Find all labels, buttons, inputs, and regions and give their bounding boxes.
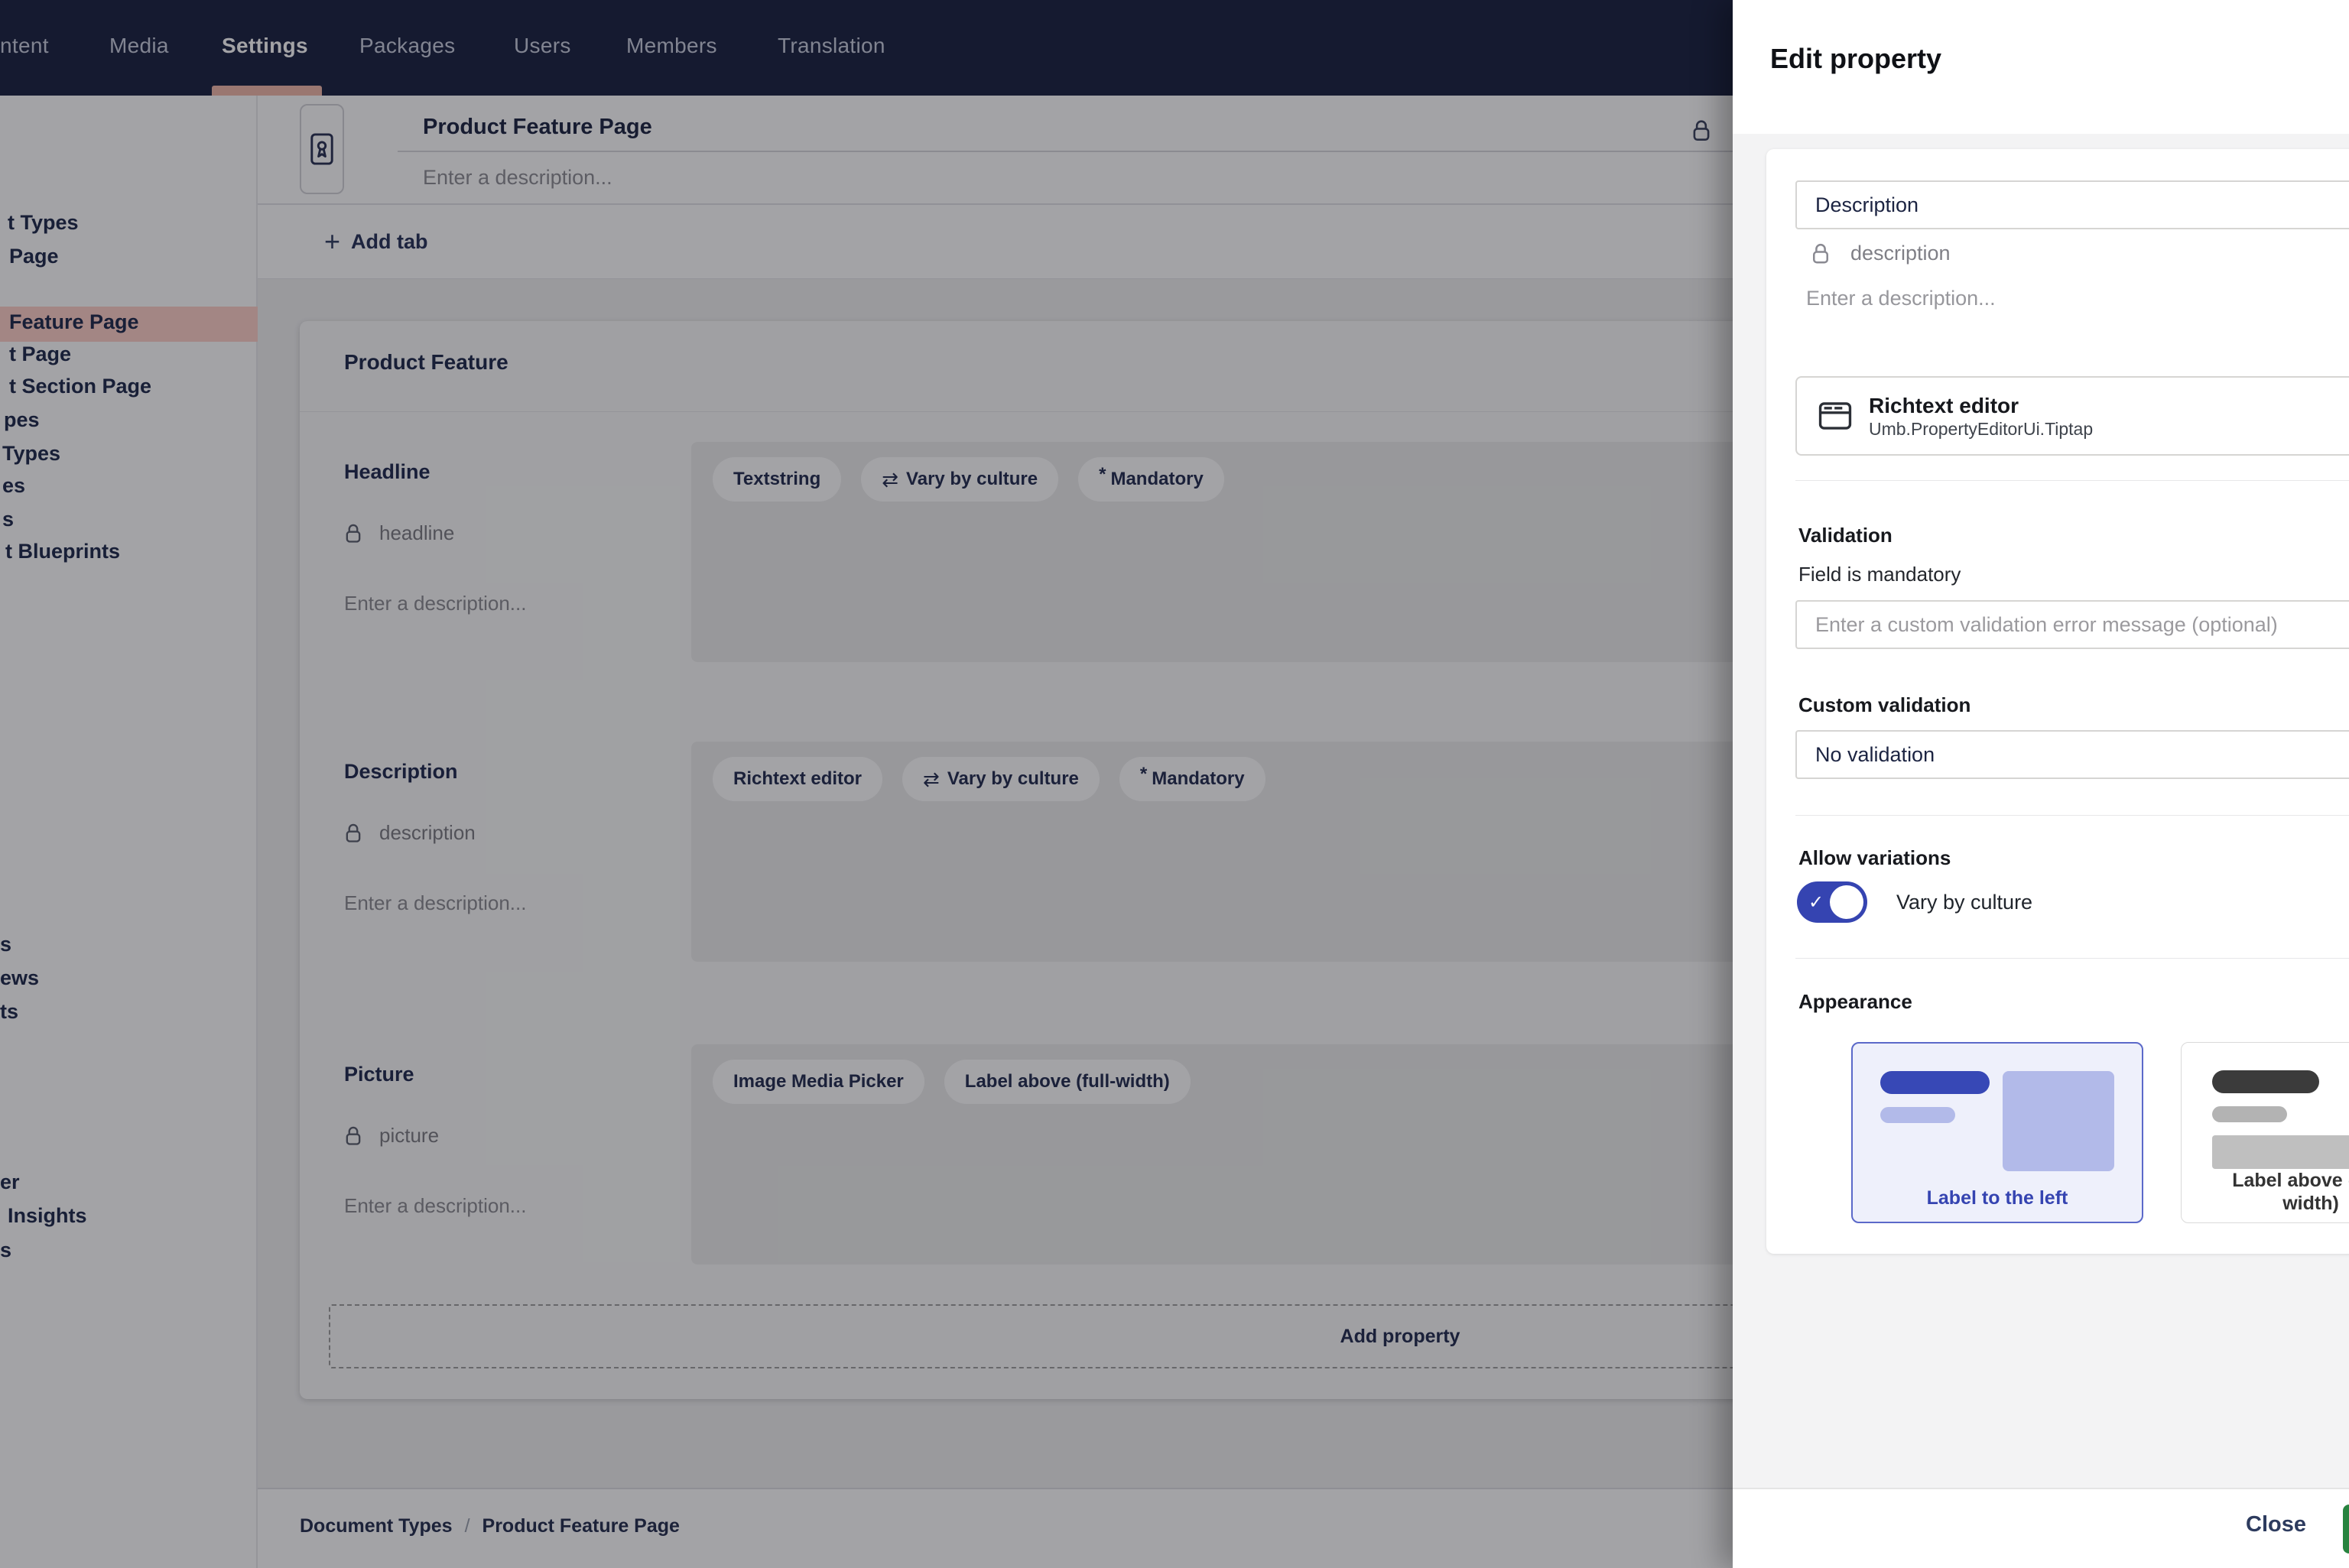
property-description-input[interactable]: Enter a description... [1806, 287, 1996, 310]
submit-button[interactable] [2343, 1505, 2349, 1553]
modal-header: Edit property [1733, 0, 2349, 134]
validation-message-input[interactable] [1795, 600, 2349, 649]
appearance-heading: Appearance [1798, 990, 1912, 1014]
modal-backdrop[interactable] [0, 0, 1733, 1568]
property-editor-picker[interactable]: Richtext editor Umb.PropertyEditorUi.Tip… [1795, 376, 2349, 456]
modal-title: Edit property [1770, 43, 1941, 75]
appearance-option-label-left[interactable]: Label to the left [1851, 1042, 2143, 1223]
vary-by-culture-toggle-row: ✓ Vary by culture [1797, 881, 2032, 923]
toggle-label: Vary by culture [1896, 891, 2032, 914]
toggle-knob [1830, 885, 1863, 919]
alias-text: description [1850, 242, 1951, 265]
section-divider [1795, 815, 2349, 816]
check-icon: ✓ [1808, 891, 1824, 914]
property-name-input[interactable] [1795, 180, 2349, 229]
editor-picker-text: Richtext editor Umb.PropertyEditorUi.Tip… [1869, 392, 2093, 440]
preview-sub-bar [2212, 1106, 2287, 1122]
appearance-option-label: Label to the left [1853, 1187, 2142, 1209]
allow-variations-heading: Allow variations [1798, 846, 1951, 870]
vary-by-culture-toggle[interactable]: ✓ [1797, 881, 1867, 923]
appearance-option-label: Label above (full-width) [2215, 1169, 2349, 1215]
appearance-option-label-above[interactable]: Label above (full-width) [2181, 1042, 2349, 1223]
preview-sub-bar [1880, 1107, 1955, 1123]
preview-editor-block [2003, 1071, 2114, 1171]
modal-footer: Close [1733, 1488, 2349, 1568]
property-alias-row[interactable]: description [1811, 242, 1951, 265]
validation-heading: Validation [1798, 524, 1893, 547]
preview-editor-block [2212, 1135, 2349, 1169]
preview-label-bar [2212, 1070, 2319, 1093]
editor-ui-alias: Umb.PropertyEditorUi.Tiptap [1869, 419, 2093, 440]
richtext-editor-icon [1818, 401, 1852, 430]
preview-label-bar [1880, 1071, 1990, 1094]
modal-form-card: description Enter a description... Richt… [1766, 149, 2349, 1254]
field-is-mandatory-label[interactable]: Field is mandatory [1798, 563, 1961, 586]
close-button[interactable]: Close [2246, 1512, 2306, 1537]
lock-icon [1811, 242, 1831, 265]
custom-validation-select[interactable]: No validation [1795, 730, 2349, 779]
custom-validation-heading: Custom validation [1798, 693, 1970, 717]
section-divider [1795, 958, 2349, 959]
editor-title: Richtext editor [1869, 392, 2093, 419]
section-divider [1795, 480, 2349, 481]
edit-property-modal: Edit property description Enter a descri… [1733, 0, 2349, 1568]
